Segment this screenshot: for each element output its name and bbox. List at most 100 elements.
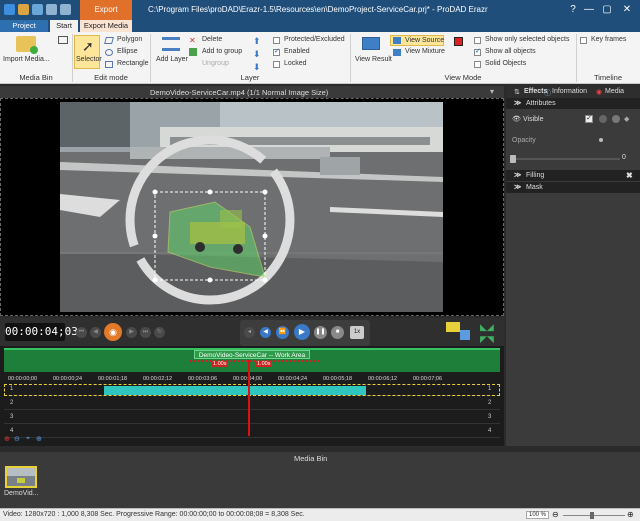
opacity-keyframe-icon[interactable] (599, 138, 603, 142)
play-button[interactable]: ▶ (294, 324, 310, 340)
title-bar: Export C:\Program Files\proDAD\Erazr-1.5… (0, 0, 640, 20)
rewind-fast-button[interactable]: ⏪ (276, 326, 289, 339)
enabled-checkbox[interactable] (273, 47, 280, 56)
ruler-tick-label: 00:00:00;00 (8, 376, 38, 382)
polygon-button[interactable]: Polygon (117, 36, 142, 43)
help-icon[interactable]: ? (566, 3, 580, 17)
move-down-icon[interactable]: ⬇ (253, 49, 261, 60)
add-track-icon[interactable]: ⊕ (4, 435, 10, 443)
view-mixture-button[interactable]: View Mixture (405, 48, 445, 55)
edit-range-marker[interactable] (190, 360, 320, 372)
key-frames-checkbox[interactable] (580, 37, 587, 44)
show-all-checkbox[interactable] (474, 47, 481, 56)
video-frame[interactable] (60, 102, 443, 312)
reset-icon[interactable] (612, 115, 620, 123)
go-end-button[interactable]: ⏭ (140, 327, 151, 338)
key-frames-label: Key frames (591, 36, 627, 43)
rectangle-button[interactable]: Rectangle (117, 60, 149, 67)
delete-button[interactable]: Delete (202, 36, 222, 43)
collapse-icon: ≫ (514, 184, 522, 191)
ribbon-tabs: Project Start Export Media (0, 20, 640, 32)
zoom-slider-thumb[interactable] (590, 512, 594, 519)
mask-header[interactable]: Mask ≫ (506, 182, 640, 193)
filling-header[interactable]: Filling ≫ ✖ (506, 170, 640, 181)
ruler-tick-label: 00:00:04;24 (278, 376, 308, 382)
show-selected-label: Show only selected objects (485, 36, 570, 43)
timecode-display[interactable]: 00:00:04;03 (5, 323, 78, 341)
opacity-slider[interactable] (512, 158, 620, 160)
layer-clip[interactable] (104, 386, 366, 395)
visible-checkbox[interactable]: ✓ (585, 115, 593, 123)
media-thumbnail[interactable] (5, 466, 37, 488)
stop-button[interactable]: ■ (331, 326, 344, 339)
tab-project[interactable]: Project (0, 20, 48, 32)
ungroup-button[interactable]: Ungroup (202, 60, 229, 67)
attributes-header[interactable]: Attributes ≫ (506, 98, 640, 109)
import-media-button[interactable]: Import Media... (3, 56, 50, 63)
rewind-button[interactable]: ◀ (260, 327, 271, 338)
group-label-timeline: Timeline (593, 73, 623, 82)
save-icon[interactable] (32, 4, 43, 15)
zoom-in-button[interactable]: ⊕ (627, 510, 634, 519)
locked-checkbox[interactable] (273, 61, 280, 68)
zoom-in-icon[interactable]: ⊕ (36, 435, 42, 443)
prev-frame-button[interactable]: ◂ (244, 327, 255, 338)
step-forward-button[interactable]: ▶ (126, 327, 137, 338)
add-to-group-icon (189, 48, 197, 56)
open-icon[interactable] (18, 4, 29, 15)
color-swatch-icon[interactable] (454, 37, 463, 46)
zoom-fit-icon[interactable]: ⌖ (26, 435, 30, 443)
minimize-button[interactable]: — (582, 3, 596, 17)
playhead[interactable] (248, 360, 250, 436)
track-row[interactable] (4, 398, 500, 410)
group-label-edit-mode: Edit mode (94, 73, 128, 82)
selector-button[interactable]: Selector (76, 56, 102, 63)
track-row[interactable] (4, 426, 500, 438)
view-result-button[interactable]: View Result (355, 56, 392, 63)
marker-out-icon[interactable]: ◤◥ (480, 334, 494, 345)
opacity-slider-thumb[interactable] (510, 155, 516, 163)
pause-button[interactable]: ❚❚ (314, 326, 327, 339)
add-layer-button[interactable]: Add Layer (156, 56, 188, 63)
speed-button[interactable]: 1x (350, 326, 364, 339)
layer-tool-icon[interactable] (460, 330, 470, 340)
ellipse-button[interactable]: Ellipse (117, 48, 138, 55)
zoom-level[interactable]: 100 % (526, 511, 550, 519)
collapse-icon: ≫ (514, 100, 522, 107)
tab-export-media[interactable]: Export Media (80, 20, 132, 32)
move-bottom-icon[interactable]: ⬇ (253, 62, 261, 73)
show-selected-checkbox[interactable] (474, 37, 481, 44)
close-button[interactable]: ✕ (620, 3, 634, 17)
panel-menu-icon[interactable]: ▾ (490, 87, 494, 96)
maximize-button[interactable]: ▢ (600, 3, 614, 17)
tab-start[interactable]: Start (50, 20, 78, 32)
keyframe-tool-icon[interactable] (446, 322, 460, 332)
go-start-button[interactable]: ⏮ (76, 327, 87, 338)
timeline[interactable]: DemoVideo-ServiceCar -- Work Area 1.00s … (0, 346, 504, 446)
keyframe-icon[interactable] (599, 115, 607, 123)
undo-icon[interactable] (46, 4, 57, 15)
add-to-group-button[interactable]: Add to group (202, 48, 242, 55)
tab-media[interactable]: Media (605, 88, 624, 98)
track-row[interactable] (4, 412, 500, 424)
zoom-slider[interactable] (563, 515, 625, 516)
properties-panel: ⇅ Effects ⓘ Information ◉ Media Attribut… (506, 86, 640, 446)
protected-checkbox[interactable] (273, 37, 280, 44)
ruler-tick-label: 00:00:07;06 (413, 376, 443, 382)
view-source-button[interactable]: View Source (405, 37, 444, 44)
marker-in-icon[interactable]: ◣◢ (480, 322, 494, 333)
record-button[interactable]: ◉ (104, 323, 122, 341)
tab-information[interactable]: Information (552, 88, 587, 98)
group-label-media-bin: Media Bin (19, 73, 53, 82)
loop-button[interactable]: ↻ (154, 327, 165, 338)
zoom-out-button[interactable]: ⊖ (552, 510, 559, 519)
move-up-icon[interactable]: ⬆ (253, 36, 261, 47)
diamond-icon[interactable]: ◆ (624, 115, 632, 123)
solid-objects-checkbox[interactable] (474, 61, 481, 68)
film-icon[interactable] (58, 36, 68, 44)
zoom-out-icon[interactable]: ⊖ (14, 435, 20, 443)
step-back-button[interactable]: ◀ (90, 327, 101, 338)
remove-icon[interactable]: ✖ (626, 171, 633, 180)
redo-icon[interactable] (60, 4, 71, 15)
thumbnail-car (17, 478, 25, 483)
